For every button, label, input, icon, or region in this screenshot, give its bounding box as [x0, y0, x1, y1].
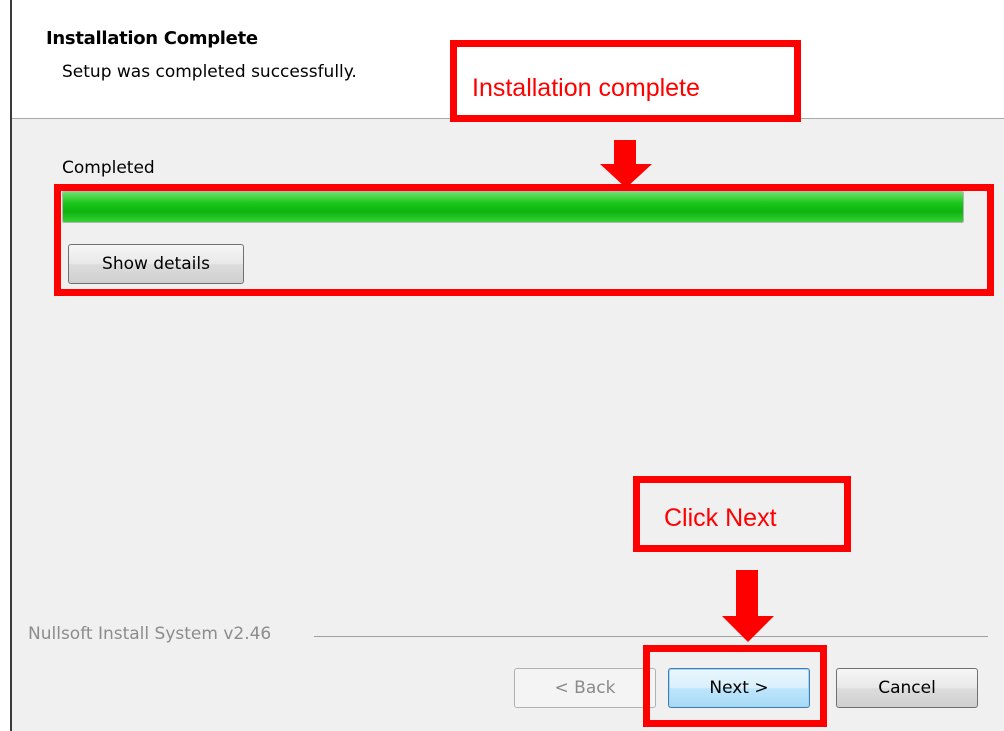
installation-complete-callout-text: Installation complete — [472, 74, 700, 102]
page-subtitle: Setup was completed successfully. — [62, 62, 357, 82]
cancel-button[interactable]: Cancel — [836, 668, 978, 708]
click-next-callout-text: Click Next — [664, 504, 777, 532]
down-arrow-icon — [600, 140, 652, 188]
progress-status-label: Completed — [62, 158, 155, 178]
down-arrow-icon — [722, 570, 774, 642]
footer-separator — [314, 636, 988, 637]
page-title: Installation Complete — [46, 28, 258, 49]
window-left-edge — [0, 0, 12, 731]
back-button[interactable]: < Back — [514, 668, 656, 708]
installer-branding: Nullsoft Install System v2.46 — [28, 624, 272, 644]
progress-highlight-box — [54, 184, 994, 296]
next-button-highlight-box — [643, 645, 827, 727]
